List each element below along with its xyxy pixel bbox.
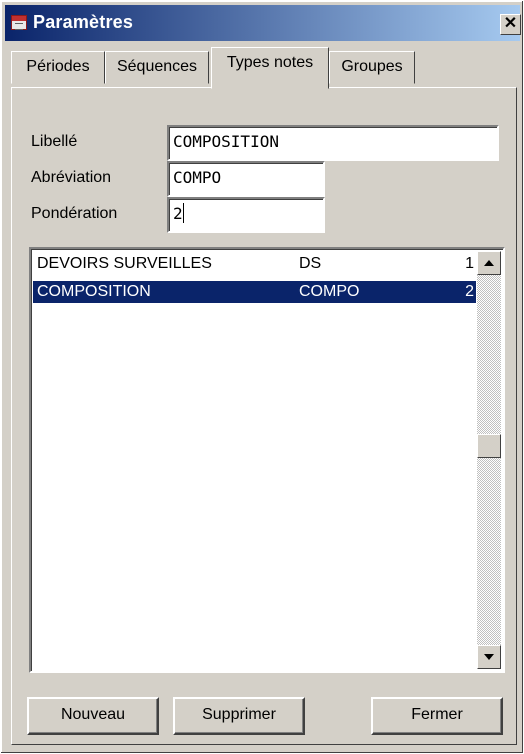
delete-button[interactable]: Supprimer: [173, 697, 305, 735]
libelle-value: COMPOSITION: [173, 132, 279, 151]
new-button[interactable]: Nouveau: [27, 697, 159, 735]
ponderation-field[interactable]: 2: [167, 197, 325, 233]
list-item-selected[interactable]: COMPOSITION COMPO 2: [33, 281, 476, 303]
close-icon: ✕: [503, 15, 518, 32]
app-icon: [11, 15, 27, 30]
abreviation-value: COMPO: [173, 168, 222, 187]
libelle-field[interactable]: COMPOSITION: [167, 125, 499, 161]
window-title: Paramètres: [33, 12, 134, 32]
parametres-window: Paramètres ✕ Périodes Séquences Types no…: [0, 0, 524, 754]
scroll-up-button[interactable]: [477, 251, 501, 275]
tab-types-notes[interactable]: Types notes: [211, 47, 329, 89]
list-item[interactable]: DEVOIRS SURVEILLES DS 1: [33, 253, 476, 275]
scroll-up-icon: [484, 260, 494, 266]
types-notes-list[interactable]: DEVOIRS SURVEILLES DS 1 COMPOSITION COMP…: [29, 247, 505, 673]
vertical-scrollbar[interactable]: [477, 251, 501, 669]
list-item-libelle: DEVOIRS SURVEILLES: [37, 255, 212, 272]
abreviation-field[interactable]: COMPO: [167, 161, 325, 197]
abreviation-label: Abréviation: [31, 169, 112, 186]
text-caret: [182, 203, 184, 223]
list-item-libelle: COMPOSITION: [37, 283, 151, 300]
close-dialog-button[interactable]: Fermer: [371, 697, 503, 735]
ponderation-value: 2: [173, 204, 183, 223]
list-item-abreviation: DS: [299, 255, 322, 272]
title-bar[interactable]: Paramètres ✕: [5, 5, 521, 41]
tab-periodes[interactable]: Périodes: [11, 51, 105, 84]
tab-sequences[interactable]: Séquences: [105, 51, 209, 84]
scroll-down-button[interactable]: [477, 645, 501, 669]
ponderation-label: Pondération: [31, 205, 118, 222]
close-button[interactable]: ✕: [500, 14, 521, 35]
list-item-abreviation: COMPO: [299, 283, 360, 300]
tab-groupes[interactable]: Groupes: [329, 51, 415, 84]
list-item-ponderation: 1: [465, 255, 474, 272]
list-item-ponderation: 2: [465, 283, 474, 300]
libelle-label: Libellé: [31, 133, 78, 150]
scroll-down-icon: [484, 654, 494, 660]
scroll-thumb[interactable]: [477, 434, 501, 458]
